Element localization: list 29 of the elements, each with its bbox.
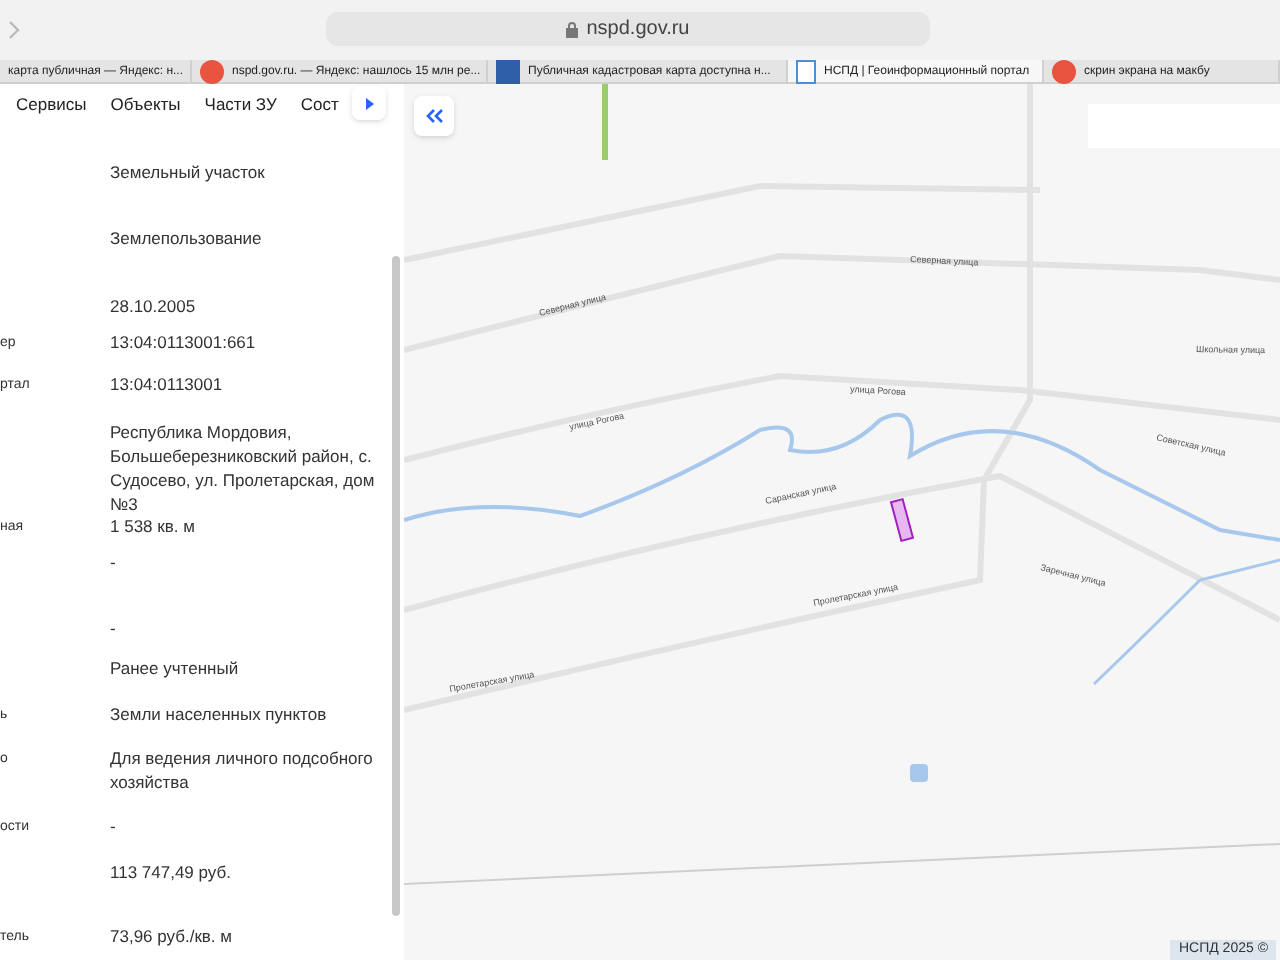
chevron-right-icon bbox=[365, 97, 373, 109]
property-value: Землепользование bbox=[110, 226, 264, 250]
panel-tab[interactable]: Объекты bbox=[110, 91, 181, 117]
double-chevron-left-icon bbox=[424, 108, 444, 124]
property-value: 113 747,49 руб. bbox=[110, 860, 233, 884]
address-bar[interactable]: nspd.gov.ru bbox=[326, 12, 930, 46]
property-value: - bbox=[110, 814, 118, 839]
property-value: Ранее учтенный bbox=[110, 656, 241, 680]
property-value: - bbox=[110, 616, 118, 640]
property-value: 73,96 руб./кв. м bbox=[110, 924, 235, 949]
collapse-panel-button[interactable] bbox=[414, 96, 454, 136]
property-value: 13:04:0113001:661 bbox=[110, 330, 258, 355]
panel-tab[interactable]: Сервисы bbox=[16, 91, 87, 117]
property-value: Республика Мордовия, Большеберезниковский район, с. Судосево, ул. Пролетарская, дом №3 bbox=[110, 420, 377, 516]
pond bbox=[910, 764, 928, 782]
property-value: Для ведения личного подсобного хозяйства bbox=[110, 746, 375, 794]
scroll-right-button[interactable] bbox=[352, 86, 386, 120]
property-value: 1 538 кв. м bbox=[110, 514, 197, 539]
url-text: nspd.gov.ru bbox=[586, 16, 690, 44]
property-value: - bbox=[110, 550, 118, 574]
property-value: 28.10.2005 bbox=[110, 294, 198, 318]
property-value: Земли населенных пунктов bbox=[110, 702, 329, 727]
lock-icon bbox=[566, 21, 579, 37]
footpath bbox=[602, 84, 608, 160]
property-value: 13:04:0113001 bbox=[110, 372, 225, 397]
land-plot[interactable] bbox=[889, 497, 915, 543]
panel-tab[interactable]: Сост bbox=[300, 91, 339, 117]
panel-tab[interactable]: Части ЗУ bbox=[204, 91, 277, 117]
property-value: Земельный участок bbox=[110, 160, 267, 184]
